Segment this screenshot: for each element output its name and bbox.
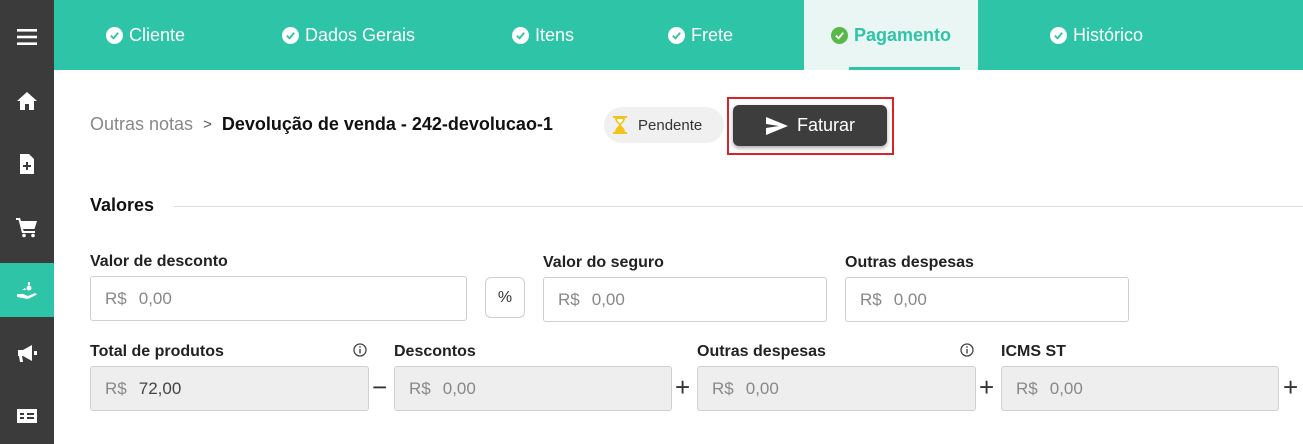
tab-pagamento[interactable]: Pagamento <box>804 0 978 70</box>
tab-label: Pagamento <box>853 24 952 45</box>
total-produtos-field: R$ 72,00 <box>90 366 369 411</box>
outras-despesas-total-label: Outras despesas <box>697 343 826 360</box>
info-icon[interactable] <box>353 343 367 357</box>
valor-seguro-input[interactable]: R$ 0,00 <box>543 277 827 322</box>
valor-desconto-input[interactable]: R$ 0,00 <box>90 276 467 321</box>
plus-operator: + <box>979 372 995 402</box>
icms-st-label: ICMS ST <box>1001 343 1066 360</box>
tab-itens[interactable]: Itens <box>512 0 574 70</box>
hand-money-icon[interactable] <box>0 263 54 317</box>
home-icon[interactable] <box>0 74 54 128</box>
currency-prefix: R$ <box>712 378 734 398</box>
send-icon <box>765 116 788 135</box>
check-icon <box>668 26 685 44</box>
check-icon <box>106 26 123 44</box>
icms-st-field: R$ 0,00 <box>1001 366 1279 411</box>
bill-icon[interactable] <box>0 389 54 443</box>
section-divider <box>174 206 1303 207</box>
input-placeholder: 0,00 <box>591 289 625 309</box>
section-title: Valores <box>90 195 155 215</box>
field-value: 0,00 <box>1049 378 1083 398</box>
faturar-button-label: Faturar <box>796 115 856 135</box>
tab-label: Histórico <box>1073 24 1144 45</box>
sidebar <box>0 0 54 444</box>
active-tab-indicator <box>849 67 960 70</box>
minus-operator: − <box>372 372 388 402</box>
outras-despesas-label: Outras despesas <box>845 254 974 271</box>
tab-label: Cliente <box>129 24 186 45</box>
check-icon <box>282 26 299 44</box>
page-title: Devolução de venda - 242-devolucao-1 <box>221 114 553 134</box>
tab-cliente[interactable]: Cliente <box>106 0 185 70</box>
status-label: Pendente <box>638 116 703 134</box>
cart-icon[interactable] <box>0 200 54 254</box>
tab-label: Frete <box>691 24 734 45</box>
currency-prefix: R$ <box>1016 378 1038 398</box>
descontos-field: R$ 0,00 <box>394 366 672 411</box>
check-icon <box>830 26 848 44</box>
valor-desconto-label: Valor de desconto <box>90 253 228 270</box>
total-produtos-label: Total de produtos <box>90 343 224 360</box>
status-badge: Pendente <box>604 107 724 143</box>
currency-prefix: R$ <box>860 289 882 309</box>
breadcrumb: Outras notas > Devolução de venda - 242-… <box>90 114 553 135</box>
breadcrumb-separator: > <box>203 116 212 133</box>
tab-label: Itens <box>535 24 575 45</box>
descontos-label: Descontos <box>394 343 476 360</box>
outras-despesas-field: R$ 0,00 <box>697 366 976 411</box>
plus-operator: + <box>1283 372 1299 402</box>
field-value: 0,00 <box>745 378 779 398</box>
menu-icon[interactable] <box>0 10 54 64</box>
info-icon[interactable] <box>960 343 974 357</box>
input-placeholder: 0,00 <box>893 289 927 309</box>
plus-operator: + <box>675 372 691 402</box>
outras-despesas-input[interactable]: R$ 0,00 <box>845 277 1129 322</box>
input-placeholder: 0,00 <box>138 288 172 308</box>
valor-seguro-label: Valor do seguro <box>543 254 664 271</box>
field-value: 0,00 <box>442 378 476 398</box>
megaphone-icon[interactable] <box>0 326 54 380</box>
faturar-button[interactable]: Faturar <box>733 105 887 146</box>
tab-dados-gerais[interactable]: Dados Gerais <box>282 0 415 70</box>
currency-prefix: R$ <box>105 288 127 308</box>
new-document-icon[interactable] <box>0 137 54 191</box>
hourglass-icon <box>613 116 627 134</box>
tab-historico[interactable]: Histórico <box>1050 0 1143 70</box>
field-value: 72,00 <box>138 378 182 398</box>
currency-prefix: R$ <box>409 378 431 398</box>
currency-prefix: R$ <box>105 378 127 398</box>
check-icon <box>1050 26 1067 44</box>
currency-prefix: R$ <box>558 289 580 309</box>
tab-label: Dados Gerais <box>305 24 416 45</box>
check-icon <box>512 26 529 44</box>
percent-toggle-button[interactable]: % <box>485 277 525 318</box>
breadcrumb-parent-link[interactable]: Outras notas <box>90 114 193 135</box>
tab-frete[interactable]: Frete <box>668 0 733 70</box>
